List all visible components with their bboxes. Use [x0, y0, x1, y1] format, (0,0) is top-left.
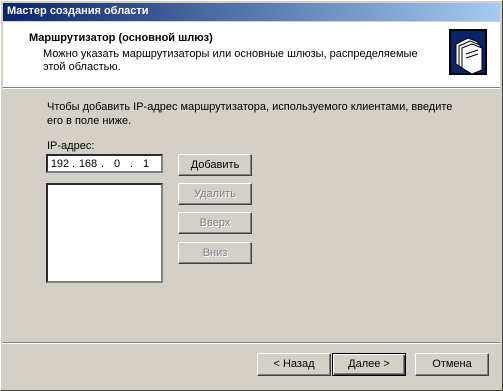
- ip-dot: .: [101, 158, 105, 170]
- router-address-list[interactable]: [46, 183, 163, 283]
- ip-octet-3[interactable]: 0: [106, 158, 128, 170]
- ip-octet-2[interactable]: 168: [77, 158, 99, 170]
- window-title: Мастер создания области: [7, 5, 149, 17]
- cancel-button[interactable]: Отмена: [415, 353, 489, 376]
- wizard-folders-icon: [449, 29, 487, 75]
- wizard-window: Мастер создания области Маршрутизатор (о…: [0, 0, 503, 391]
- page-subtitle: Можно указать маршрутизаторы или основны…: [43, 48, 418, 73]
- next-button[interactable]: Далее >: [332, 353, 406, 376]
- title-bar[interactable]: Мастер создания области: [3, 3, 500, 21]
- move-up-button[interactable]: Вверх: [178, 212, 252, 234]
- instruction-text: Чтобы добавить IP-адрес маршрутизатора, …: [47, 101, 453, 127]
- move-down-button[interactable]: Вниз: [178, 242, 252, 264]
- wizard-header: Маршрутизатор (основной шлюз) Можно указ…: [3, 22, 500, 87]
- back-button[interactable]: < Назад: [257, 353, 331, 376]
- add-button[interactable]: Добавить: [178, 154, 252, 176]
- header-divider: [3, 87, 500, 89]
- ip-octet-4[interactable]: 1: [135, 158, 157, 170]
- remove-button[interactable]: Удалить: [178, 183, 252, 205]
- ip-octet-1[interactable]: 192: [49, 158, 71, 170]
- ip-dot: .: [130, 158, 134, 170]
- ip-address-input[interactable]: 192 . 168 . 0 . 1: [46, 154, 163, 173]
- footer-divider: [3, 342, 500, 344]
- ip-address-label: IP-адрес:: [47, 140, 95, 152]
- page-title: Маршрутизатор (основной шлюз): [29, 32, 213, 44]
- ip-dot: .: [72, 158, 76, 170]
